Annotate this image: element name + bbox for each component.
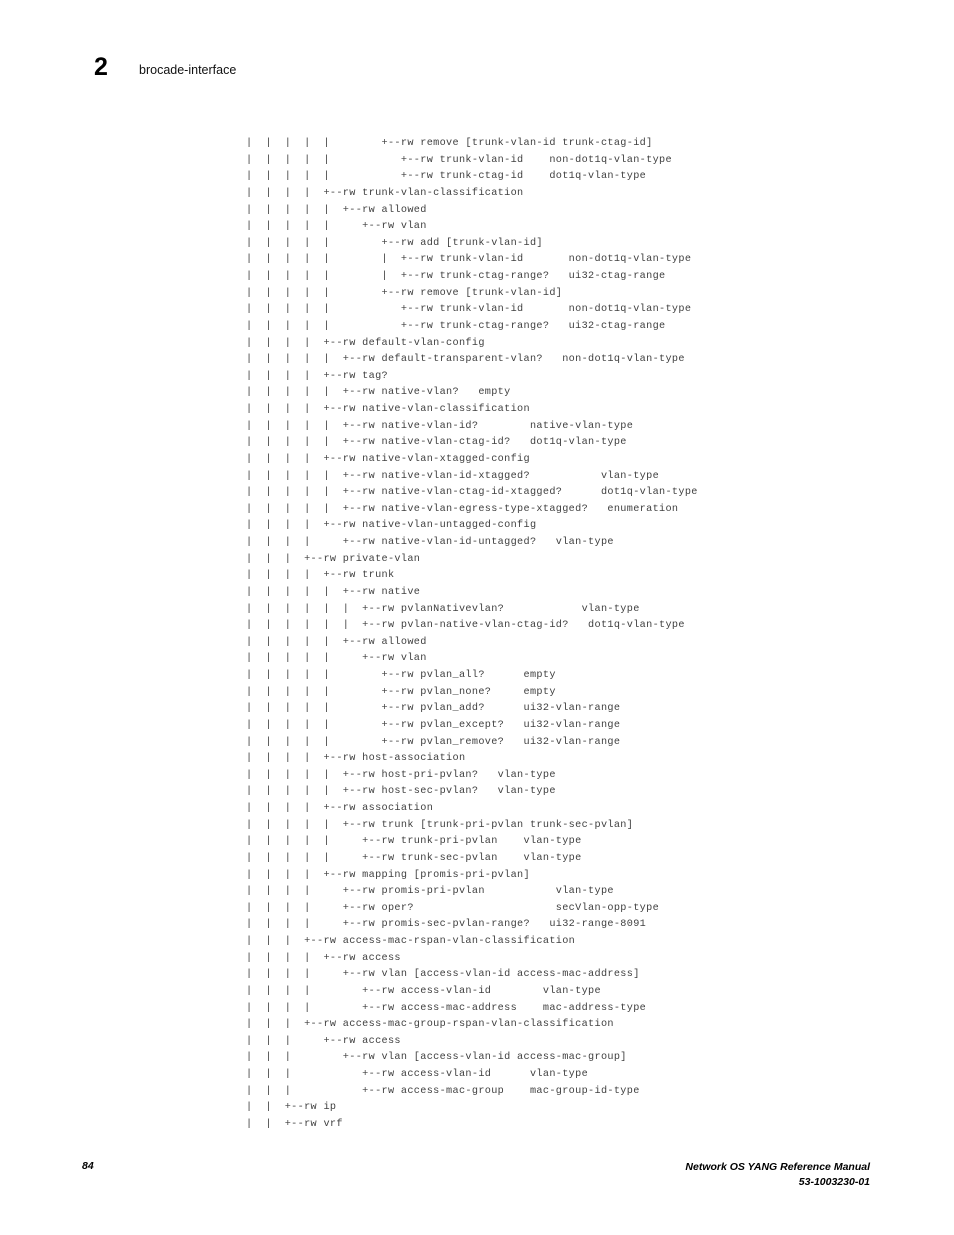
page-footer: 84 Network OS YANG Reference Manual 53-1… [0,1160,954,1205]
yang-tree-listing: | | | | | +--rw remove [trunk-vlan-id tr… [246,138,698,1130]
manual-title: Network OS YANG Reference Manual [685,1161,870,1173]
yang-tree-block: | | | | | +--rw remove [trunk-vlan-id tr… [246,136,926,1134]
page-number: 84 [82,1160,94,1172]
page-header: 2 brocade-interface [0,52,954,92]
footer-document-info: Network OS YANG Reference Manual 53-1003… [685,1160,870,1189]
chapter-title: brocade-interface [139,63,237,77]
document-number: 53-1003230-01 [798,1175,870,1188]
chapter-number: 2 [94,53,108,81]
